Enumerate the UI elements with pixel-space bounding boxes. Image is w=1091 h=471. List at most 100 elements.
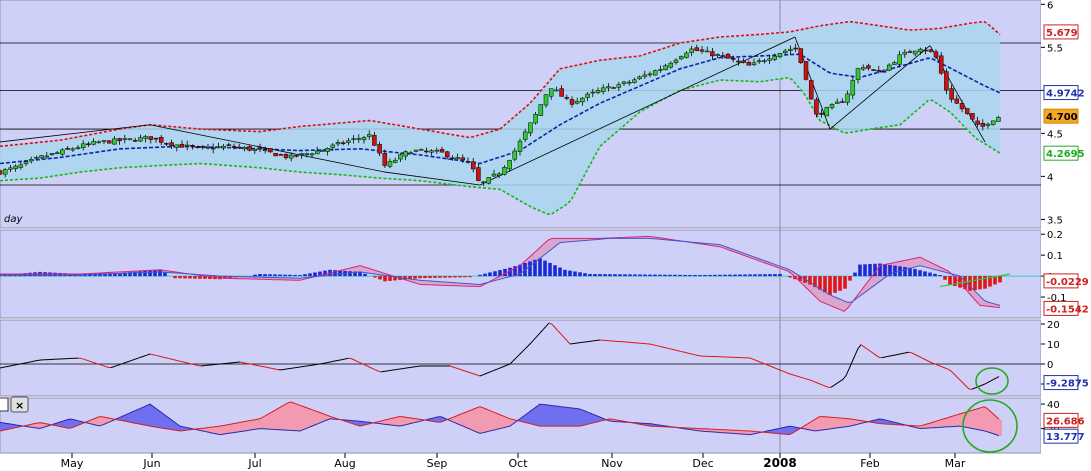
candle-body xyxy=(382,153,388,166)
candle-body xyxy=(403,151,408,157)
macd-histogram-bar xyxy=(263,274,267,277)
directional-fill-segment xyxy=(0,422,3,431)
candle-body xyxy=(86,143,91,146)
macd-histogram-bar xyxy=(258,274,262,277)
directional-fill-segment xyxy=(270,411,273,430)
oscillator-line-segment xyxy=(35,359,40,362)
candle-body xyxy=(153,137,159,140)
macd-histogram-bar xyxy=(383,276,387,282)
directional-fill-segment xyxy=(840,417,843,428)
macd-histogram-bar xyxy=(968,276,972,291)
oscillator-line-segment xyxy=(272,368,277,370)
macd-histogram-bar xyxy=(903,267,907,277)
candle-body xyxy=(512,150,518,160)
directional-fill-segment xyxy=(837,417,840,428)
directional-fill-segment xyxy=(138,408,141,425)
macd-histogram-bar xyxy=(163,272,167,277)
directional-fill-segment xyxy=(534,406,537,426)
macd-histogram-bar xyxy=(493,271,497,277)
macd-histogram-bar xyxy=(773,274,777,277)
oscillator-line-segment xyxy=(335,359,340,362)
macd-histogram-bar xyxy=(413,276,417,279)
macd-histogram-bar xyxy=(158,269,162,277)
directional-fill-segment xyxy=(954,414,957,427)
directional-fill-segment xyxy=(987,408,990,433)
candle-body xyxy=(626,81,632,84)
candle-body xyxy=(975,120,980,125)
candle-body xyxy=(398,154,403,160)
macd-histogram-bar xyxy=(488,272,492,277)
candle-body xyxy=(491,173,497,177)
directional-fill-segment xyxy=(495,412,498,430)
directional-fill-segment xyxy=(846,418,849,427)
candle-body xyxy=(590,91,596,94)
candle-body xyxy=(158,137,164,143)
candle-body xyxy=(881,70,887,73)
oscillator-line-segment xyxy=(167,357,172,360)
candle-body xyxy=(372,135,377,146)
oscillator-line-segment xyxy=(893,354,898,356)
oscillator-line-segment xyxy=(887,355,892,357)
macd-histogram-bar xyxy=(733,274,737,277)
restore-panel-button[interactable] xyxy=(0,397,9,412)
oscillator-line-segment xyxy=(5,365,10,368)
candle-body xyxy=(496,173,502,176)
macd-histogram-bar xyxy=(683,274,687,277)
candle-body xyxy=(127,138,133,140)
directional-fill-segment xyxy=(849,418,852,427)
candle-body xyxy=(476,167,481,181)
directional-fill-segment xyxy=(537,404,540,427)
candle-body xyxy=(356,138,362,140)
candle-body xyxy=(954,98,960,104)
macd-histogram-bar xyxy=(138,271,142,277)
x-tick-label: Jul xyxy=(247,457,261,470)
macd-histogram-bar xyxy=(863,264,867,277)
oscillator-line-segment xyxy=(11,364,16,367)
x-tick-label: Dec xyxy=(692,457,713,470)
candle-body xyxy=(216,146,221,148)
oscillator-line-segment xyxy=(680,350,685,353)
macd-histogram-bar xyxy=(723,274,727,277)
directional-fill-segment xyxy=(306,407,309,429)
macd-histogram-bar xyxy=(893,265,897,277)
candle-body xyxy=(528,122,533,134)
candle-body xyxy=(959,103,965,110)
candle-body xyxy=(632,79,637,83)
candle-body xyxy=(257,147,263,150)
oscillator-line-segment xyxy=(269,367,274,370)
candle-body xyxy=(637,76,642,80)
oscillator-line-segment xyxy=(26,361,31,364)
candle-body xyxy=(34,156,39,159)
macd-y-tick-label: 0.1 xyxy=(1047,251,1063,262)
x-tick-label: 2008 xyxy=(763,456,796,470)
macd-histogram-bar xyxy=(943,276,947,280)
candle-body xyxy=(814,99,819,115)
macd-histogram-bar xyxy=(598,274,602,277)
candle-body xyxy=(871,69,876,71)
macd-histogram-bar xyxy=(638,274,642,277)
candle-body xyxy=(148,136,154,140)
oscillator-line-segment xyxy=(176,359,181,362)
directional-fill-segment xyxy=(483,407,486,433)
panel-controls[interactable]: × xyxy=(0,396,29,413)
candle-body xyxy=(221,145,226,149)
macd-histogram-bar xyxy=(428,276,432,278)
candle-body xyxy=(455,157,460,160)
directional-fill-segment xyxy=(957,413,960,427)
candle-body xyxy=(138,137,143,142)
candle-body xyxy=(70,148,76,151)
macd-histogram-bar xyxy=(668,274,672,277)
directional-fill-segment xyxy=(318,411,321,424)
directional-fill-segment xyxy=(576,408,579,427)
candle-body xyxy=(80,143,86,148)
candle-body xyxy=(949,88,954,100)
oscillator-line-segment xyxy=(251,363,256,366)
macd-histogram-bar xyxy=(253,274,257,277)
candle-body xyxy=(184,144,190,147)
directional-fill-segment xyxy=(150,404,153,427)
directional-fill-segment xyxy=(264,414,267,429)
directional-fill-segment xyxy=(822,416,825,431)
candle-body xyxy=(678,56,684,60)
candle-body xyxy=(91,141,96,145)
candle-body xyxy=(304,153,310,156)
